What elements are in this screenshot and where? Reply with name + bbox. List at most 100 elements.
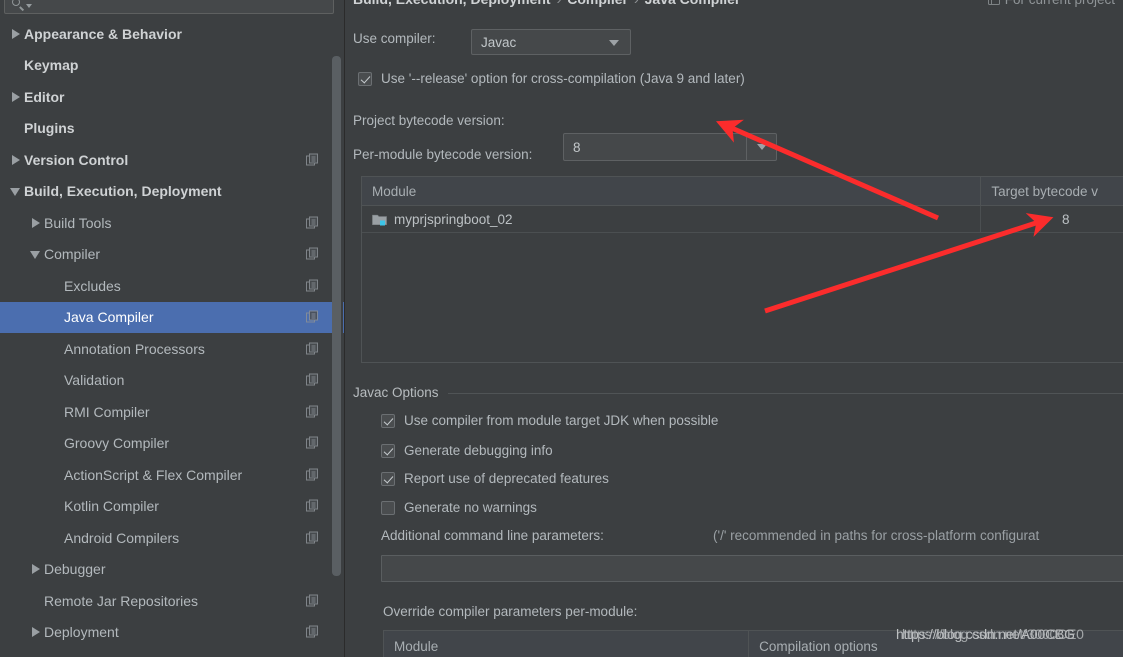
sidebar-item-build-tools[interactable]: Build Tools: [0, 207, 345, 239]
project-bytecode-select[interactable]: 8: [563, 133, 777, 161]
sidebar-item-java-compiler[interactable]: Java Compiler: [0, 301, 345, 333]
use-compiler-select[interactable]: Javac: [471, 29, 631, 55]
sidebar-item-label: ActionScript & Flex Compiler: [64, 466, 243, 483]
table-header-row: Module Target bytecode v: [362, 177, 1123, 206]
sidebar-item-label: Excludes: [64, 277, 121, 294]
javac-opt-row-3[interactable]: Generate no warnings: [381, 500, 537, 515]
settings-tree: Appearance & Behavior Keymap Editor Plugins…: [0, 18, 345, 657]
sidebar-item-keymap[interactable]: Keymap: [0, 50, 345, 82]
copy-settings-icon[interactable]: [306, 405, 319, 418]
sidebar-item-annotation-processors[interactable]: Annotation Processors: [0, 333, 345, 365]
use-compiler-label: Use compiler:: [353, 31, 436, 46]
additional-params-input[interactable]: [381, 555, 1123, 582]
javac-opt-row-0[interactable]: Use compiler from module target JDK when…: [381, 413, 718, 428]
sidebar-item-excludes[interactable]: Excludes: [0, 270, 345, 302]
copy-settings-icon[interactable]: [306, 247, 319, 261]
sidebar-item-editor[interactable]: Editor: [0, 81, 345, 113]
sidebar-item-label: Appearance & Behavior: [24, 25, 182, 42]
chevron-down-icon[interactable]: [28, 246, 44, 262]
module-folder-icon: [372, 213, 387, 226]
chevron-right-icon[interactable]: [8, 152, 24, 168]
column-header-module[interactable]: Module: [384, 631, 748, 657]
copy-settings-icon[interactable]: [306, 153, 319, 166]
chevron-right-icon[interactable]: [28, 624, 44, 640]
sidebar-item-label: Plugins: [24, 120, 75, 137]
copy-settings-icon[interactable]: [306, 342, 319, 355]
chevron-right-icon[interactable]: [8, 89, 24, 105]
sidebar-item-label: Build, Execution, Deployment: [24, 183, 222, 200]
breadcrumb-segment[interactable]: Compiler: [567, 0, 628, 7]
per-module-bytecode-table[interactable]: Module Target bytecode v myprjspringboot…: [361, 176, 1123, 363]
copy-settings-icon[interactable]: [306, 499, 319, 513]
sidebar-scrollbar-track[interactable]: [332, 18, 343, 657]
chevron-right-icon[interactable]: [28, 215, 44, 231]
generate-debugging-info-checkbox[interactable]: [381, 443, 395, 458]
copy-settings-icon[interactable]: [306, 594, 319, 607]
sidebar-item-label: Editor: [24, 88, 65, 105]
sidebar-item-version-control[interactable]: Version Control: [0, 144, 345, 176]
additional-params-hint: ('/' recommended in paths for cross-plat…: [713, 528, 1040, 543]
generate-debugging-info-label: Generate debugging info: [404, 443, 553, 458]
for-current-project-label: For current project: [1005, 0, 1115, 7]
release-option-row[interactable]: Use '--release' option for cross-compila…: [358, 71, 745, 86]
project-bytecode-dropdown-button[interactable]: [746, 134, 776, 160]
breadcrumb-separator: ›: [634, 0, 639, 7]
project-scope-icon: [987, 0, 1000, 6]
copy-settings-icon[interactable]: [306, 310, 319, 324]
table-row[interactable]: myprjspringboot_02 8: [362, 206, 1123, 233]
sidebar-item-remote-jar-repositories[interactable]: Remote Jar Repositories: [0, 585, 345, 617]
copy-settings-icon[interactable]: [306, 468, 319, 481]
search-input[interactable]: [4, 0, 334, 14]
sidebar-item-label: Deployment: [44, 624, 119, 641]
sidebar-item-android-compilers[interactable]: Android Compilers: [0, 522, 345, 554]
cell-target-bytecode[interactable]: 8: [980, 206, 1123, 232]
javac-opt-row-1[interactable]: Generate debugging info: [381, 443, 553, 458]
sidebar-item-groovy-compiler[interactable]: Groovy Compiler: [0, 428, 345, 460]
copy-settings-icon[interactable]: [306, 279, 319, 292]
sidebar-item-validation[interactable]: Validation: [0, 365, 345, 397]
generate-no-warnings-checkbox[interactable]: [381, 500, 395, 515]
cell-module[interactable]: myprjspringboot_02: [362, 206, 980, 232]
copy-settings-icon[interactable]: [306, 625, 319, 639]
per-module-row: Per-module bytecode version:: [353, 147, 532, 162]
column-header-target-bytecode[interactable]: Target bytecode v: [980, 177, 1123, 205]
chevron-down-icon[interactable]: [8, 183, 24, 199]
column-header-module[interactable]: Module: [362, 177, 980, 205]
copy-settings-icon[interactable]: [306, 531, 319, 544]
sidebar-item-label: Annotation Processors: [64, 340, 205, 357]
sidebar-item-compiler[interactable]: Compiler: [0, 239, 345, 271]
chevron-right-icon[interactable]: [8, 26, 24, 42]
for-current-project-indicator: For current project: [987, 0, 1115, 7]
additional-params-label: Additional command line parameters:: [381, 528, 604, 543]
copy-settings-icon[interactable]: [306, 373, 319, 387]
chevron-right-icon[interactable]: [28, 561, 44, 577]
sidebar-item-deployment[interactable]: Deployment: [0, 617, 345, 649]
copy-settings-icon[interactable]: [306, 216, 319, 229]
per-module-label: Per-module bytecode version:: [353, 147, 533, 162]
sidebar-item-appearance-behavior[interactable]: Appearance & Behavior: [0, 18, 345, 50]
sidebar-item-actionscript-flex-compiler[interactable]: ActionScript & Flex Compiler: [0, 459, 345, 491]
report-deprecated-checkbox[interactable]: [381, 471, 395, 486]
sidebar-item-label: Keymap: [24, 57, 79, 74]
chevron-down-icon[interactable]: [26, 4, 32, 8]
copy-settings-icon[interactable]: [306, 436, 319, 450]
release-option-checkbox[interactable]: [358, 71, 372, 86]
sidebar-item-label: Java Compiler: [64, 309, 154, 326]
sidebar-scrollbar-thumb[interactable]: [332, 56, 341, 576]
breadcrumb-segment[interactable]: Java Compiler: [645, 0, 741, 7]
sidebar-item-plugins[interactable]: Plugins: [0, 113, 345, 145]
use-module-jdk-checkbox[interactable]: [381, 413, 395, 428]
javac-opt-row-2[interactable]: Report use of deprecated features: [381, 471, 609, 486]
sidebar-item-debugger[interactable]: Debugger: [0, 554, 345, 586]
sidebar-item-rmi-compiler[interactable]: RMI Compiler: [0, 396, 345, 428]
settings-sidebar: Appearance & Behavior Keymap Editor Plugins…: [0, 0, 345, 657]
search-icon: [11, 0, 25, 11]
breadcrumb-segment[interactable]: Build, Execution, Deployment: [353, 0, 551, 7]
sidebar-item-kotlin-compiler[interactable]: Kotlin Compiler: [0, 491, 345, 523]
sidebar-item-build-execution-deployment[interactable]: Build, Execution, Deployment: [0, 176, 345, 208]
